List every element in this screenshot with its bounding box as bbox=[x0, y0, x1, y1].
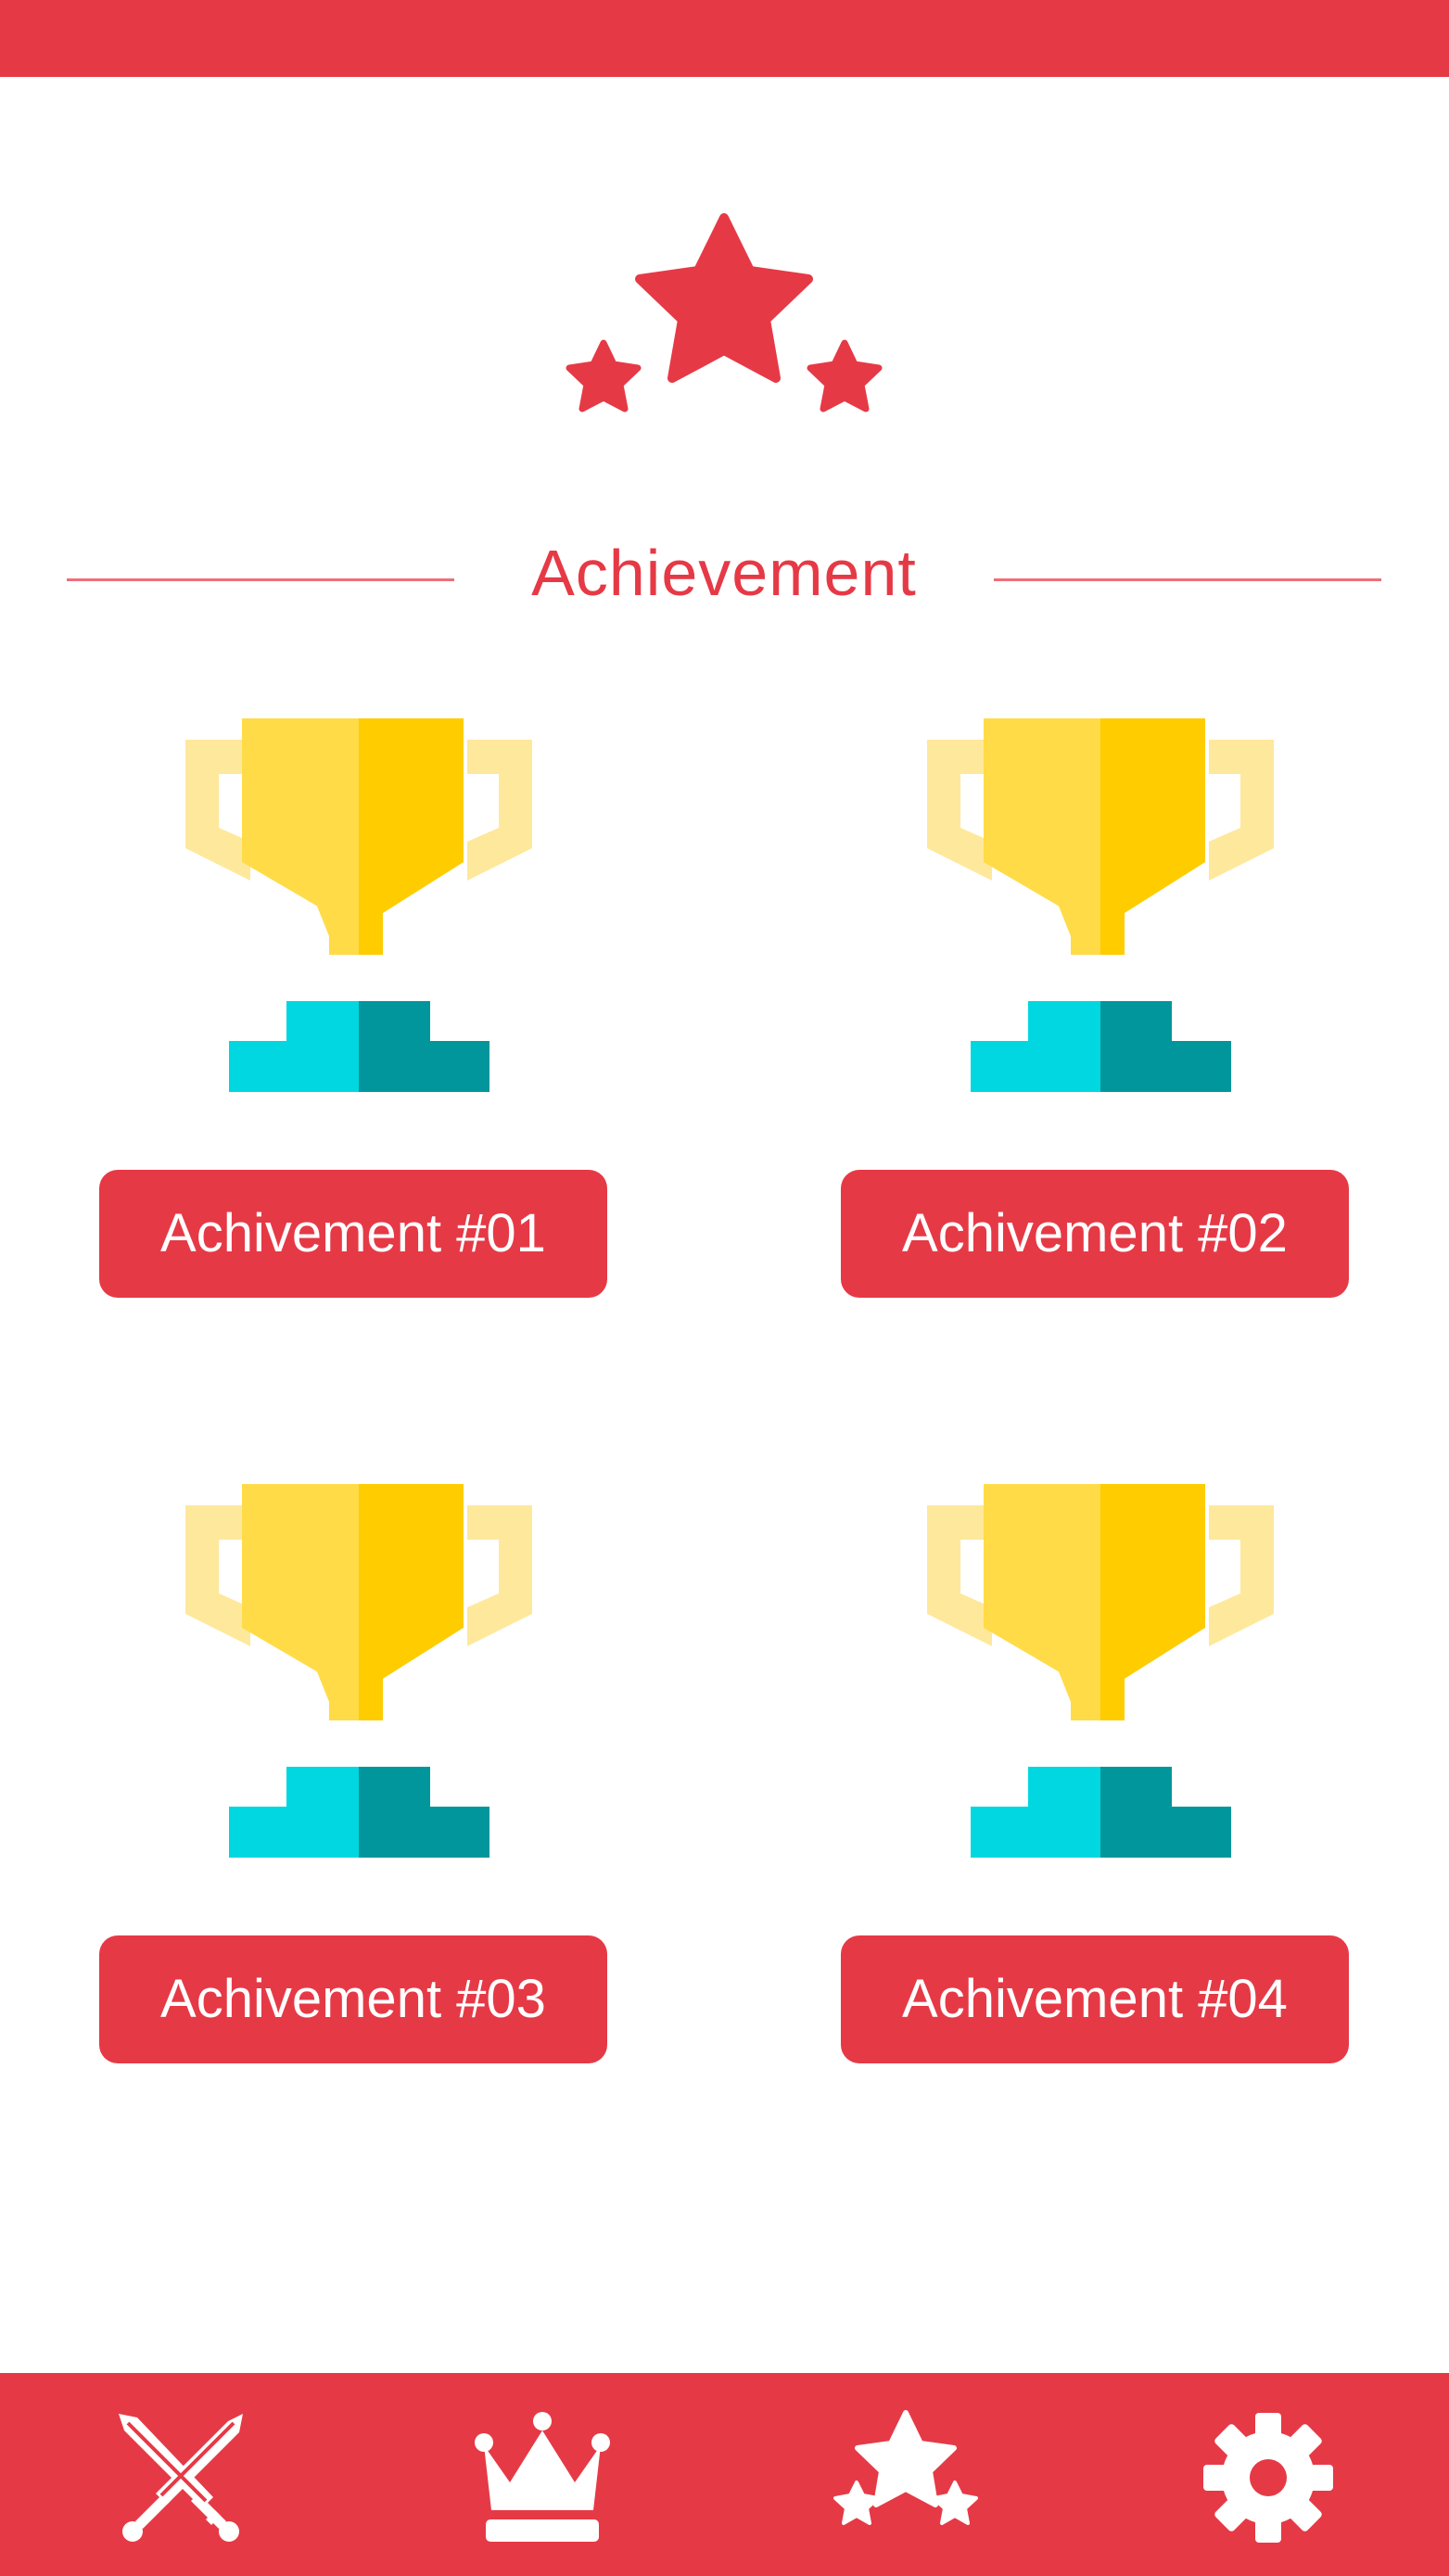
trophy-icon bbox=[927, 718, 1274, 1098]
achievement-button-03[interactable]: Achivement #03 bbox=[99, 1935, 607, 2063]
achievement-card: Achivement #02 bbox=[841, 718, 1360, 1330]
nav-achievements[interactable] bbox=[827, 2408, 985, 2547]
gear-icon bbox=[1203, 2413, 1333, 2543]
divider-right bbox=[994, 578, 1381, 581]
crown-icon bbox=[475, 2412, 610, 2542]
stars-icon bbox=[833, 2410, 978, 2525]
title-row: Achievement bbox=[0, 519, 1449, 640]
nav-settings[interactable] bbox=[1189, 2408, 1347, 2547]
top-bar bbox=[0, 0, 1449, 77]
achievement-button-01[interactable]: Achivement #01 bbox=[99, 1170, 607, 1298]
crossed-swords-icon bbox=[119, 2414, 243, 2542]
nav-battle[interactable] bbox=[102, 2408, 260, 2547]
achievement-card: Achivement #04 bbox=[841, 1484, 1360, 2096]
trophy-icon bbox=[927, 1484, 1274, 1864]
achievement-card: Achivement #01 bbox=[99, 718, 618, 1330]
achievement-button-02[interactable]: Achivement #02 bbox=[841, 1170, 1349, 1298]
bottom-nav bbox=[0, 2373, 1449, 2576]
nav-leaderboard[interactable] bbox=[464, 2408, 621, 2547]
page-title: Achievement bbox=[531, 537, 917, 609]
trophy-icon bbox=[185, 718, 532, 1098]
divider-left bbox=[67, 578, 454, 581]
achievement-card: Achivement #03 bbox=[99, 1484, 618, 2096]
achievement-button-04[interactable]: Achivement #04 bbox=[841, 1935, 1349, 2063]
stars-hero-icon bbox=[566, 213, 883, 412]
trophy-icon bbox=[185, 1484, 532, 1864]
